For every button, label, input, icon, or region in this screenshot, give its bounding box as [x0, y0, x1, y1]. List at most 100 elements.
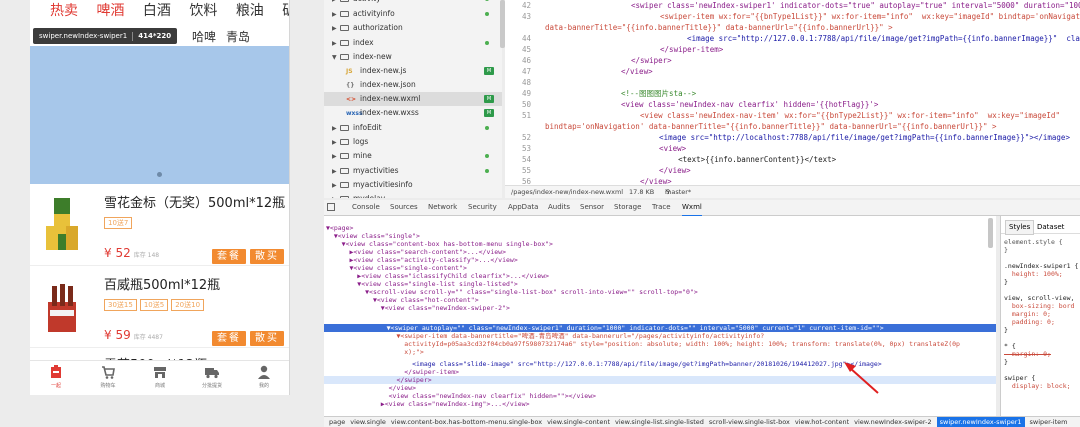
tree-item-label: index-new	[353, 52, 392, 61]
line-number: 53	[521, 144, 531, 153]
tree-item-mydelay[interactable]: ▶ mydelay	[324, 192, 502, 198]
inspect-element-icon[interactable]	[327, 203, 335, 211]
single-buy-button[interactable]: 散买	[250, 331, 284, 346]
crumb-item[interactable]: page	[329, 417, 345, 427]
code-line: <text>{{info.bannerContent}}</text>	[651, 155, 837, 164]
subcategory-qingdao[interactable]: 青岛	[226, 28, 250, 45]
crumb-item-active[interactable]: swiper.newIndex-swiper1	[936, 417, 1025, 427]
tab-cart[interactable]: 购物车	[82, 364, 134, 389]
code-line: <image src="http://localhost:7788/api/fi…	[641, 133, 1070, 142]
tab-appdata[interactable]: AppData	[508, 200, 538, 215]
subcategory-harbin[interactable]: 哈啤	[192, 28, 216, 45]
style-rule: }	[1004, 358, 1008, 366]
style-property[interactable]: display: block;	[1004, 382, 1071, 390]
tab-home[interactable]: 一起	[30, 364, 82, 389]
tab-network[interactable]: Network	[428, 200, 457, 215]
tree-item-label: authorization	[353, 23, 403, 32]
tab-security[interactable]: Security	[468, 200, 497, 215]
folder-icon	[340, 0, 349, 2]
category-hot[interactable]: 热卖	[50, 0, 78, 22]
category-grain-oil[interactable]: 粮油	[236, 0, 264, 22]
tab-label: 分批提货	[201, 383, 222, 389]
package-button[interactable]: 套餐	[212, 249, 246, 264]
style-selector: view, scroll-view,	[1004, 294, 1075, 302]
tab-sources[interactable]: Sources	[390, 200, 418, 215]
expand-arrow-icon: ▶	[332, 168, 337, 175]
bottom-tab-bar: 一起 购物车 商城 分批提货 我的	[30, 360, 289, 395]
tree-item-activityinfo[interactable]: ▶ activityinfo	[324, 7, 502, 21]
tree-item-index[interactable]: ▶ index	[324, 36, 502, 50]
branch-name: master*	[665, 188, 692, 196]
line-number: 54	[521, 155, 531, 164]
style-property[interactable]: box-sizing: bord	[1004, 302, 1075, 310]
tree-item-label: activityinfo	[353, 9, 395, 18]
tree-item-mine[interactable]: ▶ mine	[324, 149, 502, 163]
crumb-item[interactable]: view.single-content	[547, 417, 610, 427]
banner-swiper-highlight[interactable]	[30, 46, 289, 184]
code-line: <view class='newIndex-nav clearfix' hidd…	[621, 100, 879, 109]
tooltip-size: 414*220	[138, 32, 172, 40]
line-number: 42	[521, 1, 531, 10]
crumb-item[interactable]: view.newIndex-swiper-2	[854, 417, 931, 427]
code-editor[interactable]: 42 43 44 45 46 47 48 49 50 51 52 53 54 5…	[505, 0, 1080, 185]
single-buy-button[interactable]: 散买	[250, 249, 284, 264]
line-number: 43	[521, 12, 531, 21]
crumb-item[interactable]: swiper-item	[1030, 417, 1068, 427]
status-dot	[485, 0, 489, 1]
promo-tag: 10送5	[139, 299, 169, 311]
expand-arrow-icon: ▶	[332, 40, 337, 47]
crumb-item[interactable]: view.single-list.single-listed	[615, 417, 704, 427]
crumb-item[interactable]: view.hot-content	[795, 417, 849, 427]
crumb-item[interactable]: view.content-box.has-bottom-menu.single-…	[391, 417, 542, 427]
tab-sensor[interactable]: Sensor	[580, 200, 604, 215]
style-property-overridden[interactable]: margin: 0;	[1004, 350, 1051, 358]
tab-audits[interactable]: Audits	[548, 200, 570, 215]
tree-item-label: activity	[353, 0, 381, 3]
tree-item-label: mine	[353, 151, 372, 160]
inspect-tooltip: swiper.newIndex-swiper1 414*220	[33, 28, 178, 44]
tree-item-index-new-wxml[interactable]: <> index-new.wxml M	[324, 92, 502, 106]
tree-item-index-new-wxss[interactable]: wxssindex-new.wxss M	[324, 106, 502, 120]
status-dot	[485, 41, 489, 45]
tree-item-index-new-js[interactable]: JS index-new.js M	[324, 64, 502, 78]
style-property[interactable]: margin: 0;	[1004, 310, 1051, 318]
style-property[interactable]: height: 100%;	[1004, 270, 1063, 278]
folder-icon	[340, 125, 349, 131]
crumb-item[interactable]: view.single	[350, 417, 386, 427]
tree-item-activity[interactable]: ▶ activity	[324, 0, 502, 6]
tree-item-myactivitiesinfo[interactable]: ▶ myactivitiesinfo	[324, 178, 502, 192]
tab-wxml[interactable]: Wxml	[682, 200, 702, 217]
tab-shop[interactable]: 商城	[134, 364, 186, 389]
product-tags: 10送7	[104, 210, 135, 229]
category-baijiu[interactable]: 白酒	[143, 0, 171, 22]
tab-trace[interactable]: Trace	[652, 200, 671, 215]
package-button[interactable]: 套餐	[212, 331, 246, 346]
tab-dataset[interactable]: Dataset	[1037, 223, 1064, 231]
tree-item-authorization[interactable]: ▶ authorization	[324, 21, 502, 35]
product-card[interactable]: 百威瓶500ml*12瓶 30送15 10送5 20送10 ¥ 59 库存 4487 …	[30, 270, 289, 348]
crumb-item[interactable]: scroll-view.single-list-box	[709, 417, 790, 427]
tree-item-label: mydelay	[353, 194, 385, 198]
category-drinks[interactable]: 饮料	[189, 0, 217, 22]
tree-item-logs[interactable]: ▶ logs	[324, 135, 502, 149]
tab-batch-pickup[interactable]: 分批提货	[186, 364, 238, 389]
category-beer[interactable]: 啤酒	[96, 0, 124, 22]
category-mineral-water[interactable]: 矿泉	[282, 0, 289, 22]
wxml-scrollbar[interactable]	[988, 218, 993, 248]
tree-item-index-new-json[interactable]: {} index-new.json	[324, 78, 502, 92]
status-dot	[485, 154, 489, 158]
product-card[interactable]: 雪花金标（无奖）500ml*12瓶 10送7 ¥ 52 库存 148 套餐 散买	[30, 188, 289, 266]
tab-styles[interactable]: Styles	[1005, 220, 1035, 235]
product-actions: 套餐 散买	[208, 244, 284, 264]
shop-icon	[154, 367, 166, 378]
status-dot	[485, 126, 489, 130]
folder-icon	[340, 40, 349, 46]
tree-item-myactivities[interactable]: ▶ myactivities	[324, 164, 502, 178]
tree-item-index-new[interactable]: ▼ index-new	[324, 50, 502, 64]
tab-mine[interactable]: 我的	[238, 364, 289, 389]
tab-console[interactable]: Console	[352, 200, 380, 215]
tab-storage[interactable]: Storage	[614, 200, 641, 215]
cart-icon	[102, 366, 115, 379]
style-property[interactable]: padding: 0;	[1004, 318, 1055, 326]
tree-item-infoedit[interactable]: ▶ infoEdit	[324, 121, 502, 135]
